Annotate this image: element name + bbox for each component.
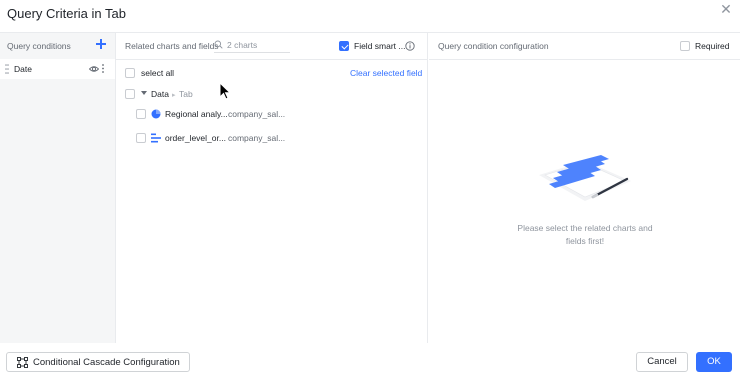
chart-checkbox[interactable] (136, 109, 146, 119)
divider (429, 59, 740, 60)
conditional-cascade-button[interactable]: Conditional Cascade Configuration (6, 352, 190, 372)
more-vertical-icon[interactable] (101, 63, 105, 74)
query-conditions-header: Query conditions (7, 41, 71, 51)
cascade-icon (17, 357, 28, 368)
select-all-checkbox[interactable] (125, 68, 135, 78)
mouse-cursor-icon (219, 82, 231, 100)
query-criteria-dialog: Query Criteria in Tab ✕ Query conditions (0, 0, 740, 376)
pie-chart-icon (151, 109, 161, 119)
clear-selected-field-link[interactable]: Clear selected field (350, 68, 422, 78)
dataset-name: company_sal... (228, 109, 286, 119)
chart-name: order_level_or... (165, 133, 226, 143)
empty-state-line: fields first! (565, 236, 605, 246)
dialog-title: Query Criteria in Tab (7, 6, 126, 21)
related-charts-pane: Related charts and fields 2 charts Field… (116, 33, 428, 344)
add-condition-button[interactable] (94, 36, 108, 52)
dialog-footer: Conditional Cascade Configuration Cancel… (0, 343, 740, 376)
dataset-name: company_sal... (228, 133, 286, 143)
search-placeholder: 2 charts (227, 40, 258, 50)
chart-search-input[interactable]: 2 charts (214, 39, 290, 53)
search-icon (214, 40, 223, 49)
empty-state-illustration (539, 155, 631, 201)
dialog-body: Query conditions Date Related charts and… (0, 32, 740, 344)
empty-state-line: Please select the related charts and (517, 223, 653, 233)
group-checkbox[interactable] (125, 89, 135, 99)
close-icon[interactable]: ✕ (719, 2, 733, 16)
caret-down-icon[interactable] (141, 91, 147, 95)
select-all-row[interactable]: select all Clear selected field (116, 65, 428, 81)
group-sub: Tab (179, 89, 193, 99)
query-conditions-pane: Query conditions Date (0, 33, 116, 344)
cascade-label: Conditional Cascade Configuration (33, 357, 180, 368)
chart-row[interactable]: Regional analy... company_sal... (116, 106, 428, 122)
chart-name: Regional analy... (165, 109, 228, 119)
condition-config-pane: Query condition configuration Required P… (429, 33, 740, 344)
chart-checkbox[interactable] (136, 133, 146, 143)
condition-label: Date (14, 64, 32, 74)
plus-icon (96, 39, 106, 49)
select-all-label: select all (141, 68, 175, 78)
field-smart-label: Field smart ... (354, 41, 406, 51)
field-smart-checkbox[interactable] (339, 41, 349, 51)
cancel-button[interactable]: Cancel (636, 352, 688, 372)
drag-handle-icon[interactable] (5, 64, 9, 74)
divider (116, 59, 428, 60)
bar-chart-icon (151, 133, 161, 143)
separator-dot: ▸ (172, 92, 176, 99)
ok-button[interactable]: OK (696, 352, 732, 372)
group-name: Data (151, 89, 169, 99)
condition-item-date[interactable]: Date (0, 59, 115, 79)
required-checkbox[interactable] (680, 41, 690, 51)
data-group-row[interactable]: Data ▸ Tab (116, 86, 428, 102)
empty-state-text: Please select the related charts and fie… (499, 222, 671, 248)
related-charts-header: Related charts and fields (125, 41, 219, 51)
required-label: Required (695, 41, 730, 51)
condition-config-header: Query condition configuration (438, 41, 549, 51)
eye-icon[interactable] (89, 64, 99, 74)
info-icon[interactable] (405, 41, 415, 51)
chart-row[interactable]: order_level_or... company_sal... (116, 130, 428, 146)
